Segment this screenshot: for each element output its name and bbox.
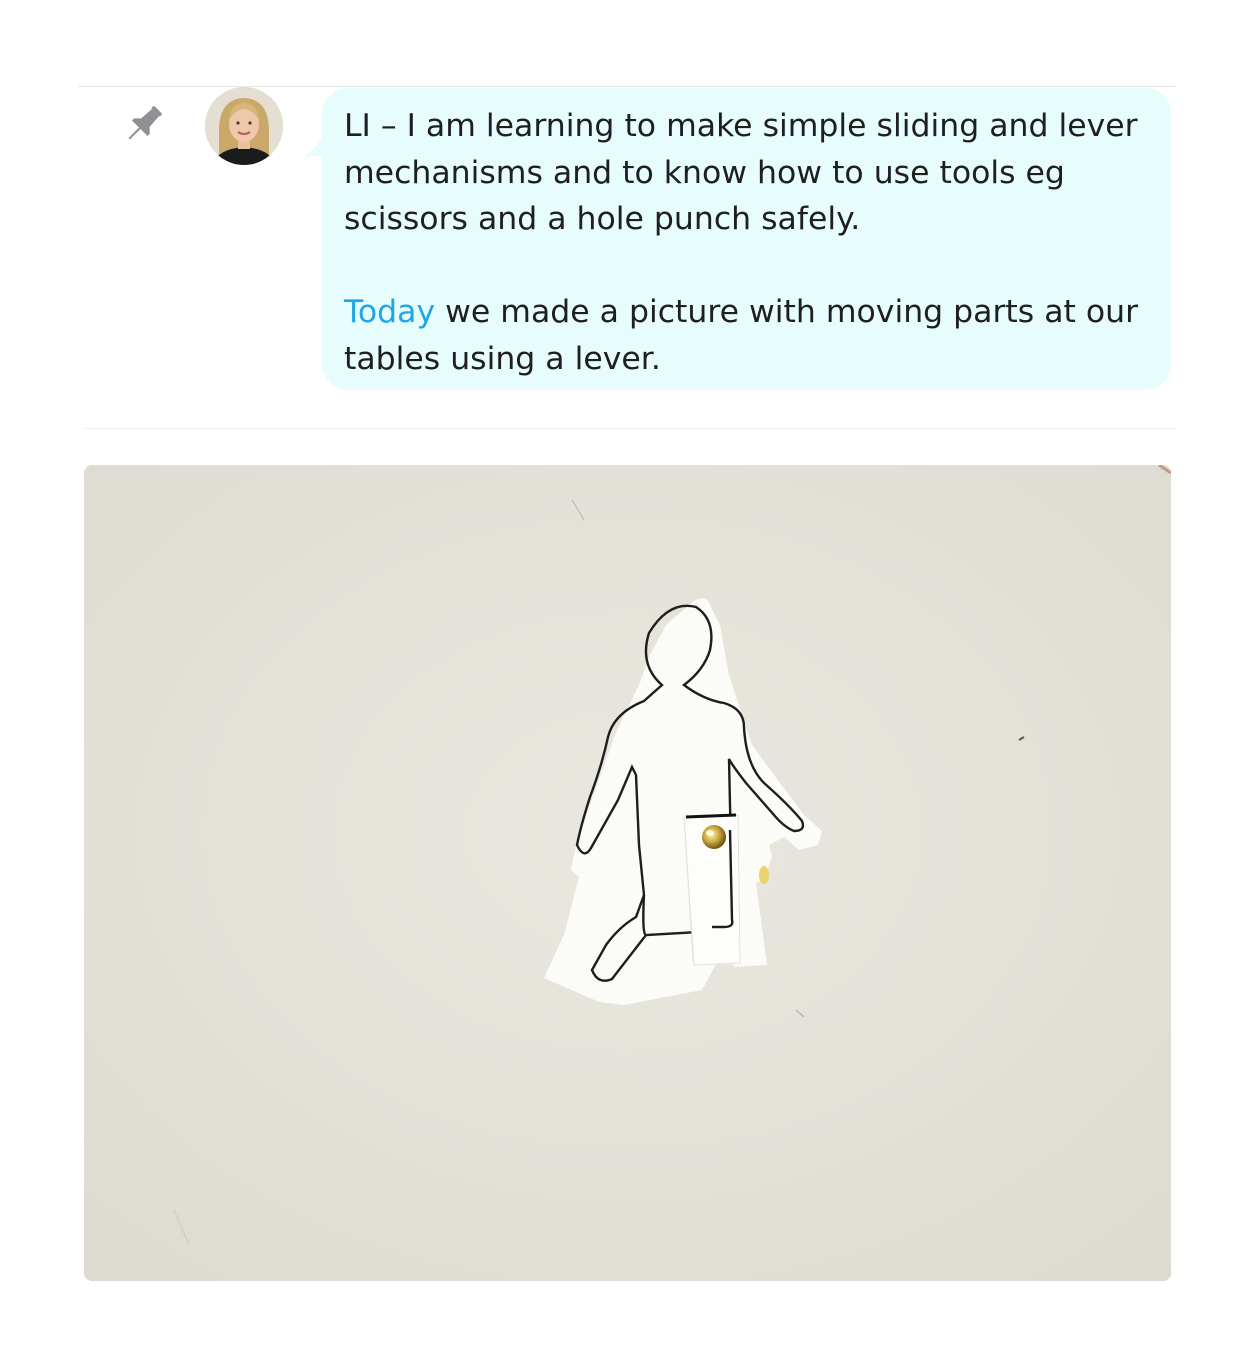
content-divider — [84, 428, 1176, 429]
pin-icon — [128, 106, 162, 140]
highlighted-word: Today — [344, 294, 436, 330]
teacher-avatar[interactable] — [205, 87, 283, 165]
journal-post: LI – I am learning to make simple slidin… — [0, 0, 1254, 1372]
pin-button[interactable] — [118, 100, 170, 148]
post-description: Today we made a picture with moving part… — [344, 289, 1149, 382]
learning-intention-text: LI – I am learning to make simple slidin… — [344, 108, 1148, 237]
post-photo[interactable] — [84, 465, 1171, 1281]
post-text-bubble: LI – I am learning to make simple slidin… — [322, 88, 1171, 390]
paper-figure-photo — [84, 465, 1171, 1281]
avatar-image — [205, 87, 283, 165]
description-text: we made a picture with moving parts at o… — [344, 294, 1149, 377]
